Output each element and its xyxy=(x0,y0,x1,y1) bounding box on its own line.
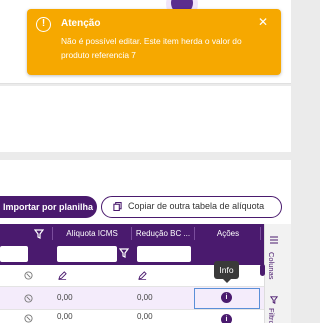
filter-input-1[interactable] xyxy=(0,246,28,262)
info-icon[interactable]: i xyxy=(221,314,232,323)
column-header-icms[interactable]: Alíquota ICMS xyxy=(53,224,131,243)
filter-input-icms[interactable] xyxy=(57,246,117,262)
close-icon[interactable]: ✕ xyxy=(258,16,268,28)
filter-input-reducao[interactable] xyxy=(137,246,191,262)
toast-title: Atenção xyxy=(61,18,101,29)
table-header: Alíquota ICMS Redução BC ... Ações xyxy=(0,224,264,243)
scrollbar-thumb[interactable] xyxy=(260,264,265,276)
filter-icon[interactable] xyxy=(119,248,129,258)
column-header-acoes: Ações xyxy=(216,229,240,238)
copy-button-label: Copiar de outra tabela de alíquota xyxy=(128,201,265,211)
form-panel-2 xyxy=(0,86,291,152)
clock-icon[interactable] xyxy=(24,314,33,323)
column-header-reducao[interactable]: Redução BC ... xyxy=(132,224,194,243)
copy-icon xyxy=(113,202,122,211)
column-divider xyxy=(260,227,261,240)
tooltip-arrow xyxy=(223,279,231,283)
info-tooltip: Info xyxy=(214,261,239,279)
clock-icon[interactable] xyxy=(24,294,33,303)
filter-icon[interactable] xyxy=(34,229,44,239)
clock-icon[interactable] xyxy=(24,271,33,280)
cell-reducao[interactable]: 0,00 xyxy=(137,306,153,323)
info-icon[interactable]: i xyxy=(221,292,232,303)
cell-icms[interactable]: 0,00 xyxy=(57,306,73,323)
tab-filters[interactable]: Filtro xyxy=(267,308,276,323)
toast-message: Não é possível editar. Este item herda o… xyxy=(61,36,242,60)
edit-icon[interactable] xyxy=(58,271,67,280)
edit-icon[interactable] xyxy=(138,271,147,280)
filter-icon xyxy=(270,296,278,304)
copy-from-table-button[interactable]: Copiar de outra tabela de alíquota xyxy=(101,196,282,218)
columns-icon xyxy=(270,236,278,244)
alert-circle-icon: ! xyxy=(36,17,51,32)
import-spreadsheet-button[interactable]: Importar por planilha xyxy=(0,196,97,218)
tab-columns[interactable]: Colunas xyxy=(267,252,276,280)
warning-toast: ! Atenção Não é possível editar. Este it… xyxy=(27,9,281,75)
